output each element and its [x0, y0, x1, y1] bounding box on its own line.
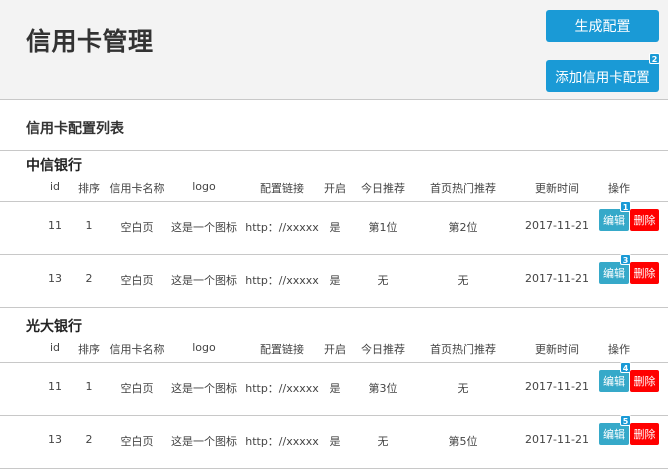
col-config-link-header: 配置链接 [260, 182, 304, 195]
delete-button[interactable]: 删除 [630, 262, 659, 284]
edit-label: 编辑 [603, 428, 625, 441]
col-home-rec-header: 首页热门推荐 [430, 343, 496, 356]
divider [0, 362, 668, 363]
cell-updated: 2017-11-21 [525, 433, 589, 446]
cell-today-rec: 无 [377, 274, 389, 287]
cell-sort: 2 [85, 433, 93, 446]
divider [0, 150, 668, 151]
col-home-rec-header: 首页热门推荐 [430, 182, 496, 195]
cell-today-rec: 无 [377, 435, 389, 448]
edit-label: 编辑 [603, 375, 625, 388]
badge: 2 [649, 53, 660, 64]
cell-logo: 这是一个图标 [171, 221, 237, 234]
col-today-rec-header: 今日推荐 [361, 343, 405, 356]
col-id-header: id [49, 341, 61, 354]
col-sort-header: 排序 [78, 343, 100, 356]
col-today-rec-header: 今日推荐 [361, 182, 405, 195]
cell-home-rec: 无 [457, 382, 469, 395]
cell-enabled: 是 [329, 435, 341, 448]
cell-home-rec: 第2位 [448, 221, 478, 234]
col-id-header: id [49, 180, 61, 193]
edit-button[interactable]: 编辑 3 [599, 254, 631, 284]
cell-config-link: http：//xxxxx [245, 382, 319, 395]
add-card-config-label: 添加信用卡配置 [555, 70, 650, 86]
cell-id: 13 [48, 272, 62, 285]
edit-button[interactable]: 编辑 1 [599, 201, 631, 231]
generate-config-button[interactable]: 生成配置 [546, 10, 659, 42]
cell-card-name: 空白页 [120, 274, 154, 287]
edit-label: 编辑 [603, 214, 625, 227]
cell-logo: 这是一个图标 [171, 435, 237, 448]
col-enabled-header: 开启 [324, 343, 346, 356]
cell-updated: 2017-11-21 [525, 219, 589, 232]
delete-button[interactable]: 删除 [630, 370, 659, 392]
col-actions-header: 操作 [608, 182, 630, 195]
page-header: 信用卡管理 生成配置 添加信用卡配置 2 [0, 0, 668, 100]
cell-card-name: 空白页 [120, 435, 154, 448]
divider [0, 201, 668, 202]
col-logo-header: logo [192, 341, 216, 354]
cell-logo: 这是一个图标 [171, 382, 237, 395]
edit-button[interactable]: 编辑 5 [599, 415, 631, 445]
cell-updated: 2017-11-21 [525, 272, 589, 285]
cell-enabled: 是 [329, 221, 341, 234]
divider [0, 254, 668, 255]
cell-today-rec: 第1位 [368, 221, 398, 234]
cell-id: 11 [48, 380, 62, 393]
col-updated-header: 更新时间 [535, 343, 579, 356]
cell-today-rec: 第3位 [368, 382, 398, 395]
cell-logo: 这是一个图标 [171, 274, 237, 287]
divider [0, 307, 668, 308]
cell-enabled: 是 [329, 274, 341, 287]
cell-config-link: http：//xxxxx [245, 221, 319, 234]
cell-config-link: http：//xxxxx [245, 274, 319, 287]
cell-card-name: 空白页 [120, 221, 154, 234]
col-card-name-header: 信用卡名称 [109, 343, 165, 356]
delete-button[interactable]: 删除 [630, 423, 659, 445]
col-card-name-header: 信用卡名称 [109, 182, 165, 195]
cell-config-link: http：//xxxxx [245, 435, 319, 448]
delete-button[interactable]: 删除 [630, 209, 659, 231]
cell-card-name: 空白页 [120, 382, 154, 395]
edit-label: 编辑 [603, 267, 625, 280]
col-logo-header: logo [192, 180, 216, 193]
cell-home-rec: 无 [457, 274, 469, 287]
edit-button[interactable]: 编辑 4 [599, 362, 631, 392]
cell-enabled: 是 [329, 382, 341, 395]
cell-id: 13 [48, 433, 62, 446]
cell-sort: 2 [85, 272, 93, 285]
divider [0, 415, 668, 416]
bank-name: 光大银行 [26, 319, 82, 335]
cell-id: 11 [48, 219, 62, 232]
cell-home-rec: 第5位 [448, 435, 478, 448]
add-card-config-button[interactable]: 添加信用卡配置 2 [546, 53, 660, 92]
col-config-link-header: 配置链接 [260, 343, 304, 356]
bank-name: 中信银行 [26, 158, 82, 174]
col-sort-header: 排序 [78, 182, 100, 195]
cell-updated: 2017-11-21 [525, 380, 589, 393]
cell-sort: 1 [85, 380, 93, 393]
col-actions-header: 操作 [608, 343, 630, 356]
cell-sort: 1 [85, 219, 93, 232]
col-enabled-header: 开启 [324, 182, 346, 195]
page-title: 信用卡管理 [26, 27, 154, 56]
list-title: 信用卡配置列表 [26, 121, 124, 137]
col-updated-header: 更新时间 [535, 182, 579, 195]
